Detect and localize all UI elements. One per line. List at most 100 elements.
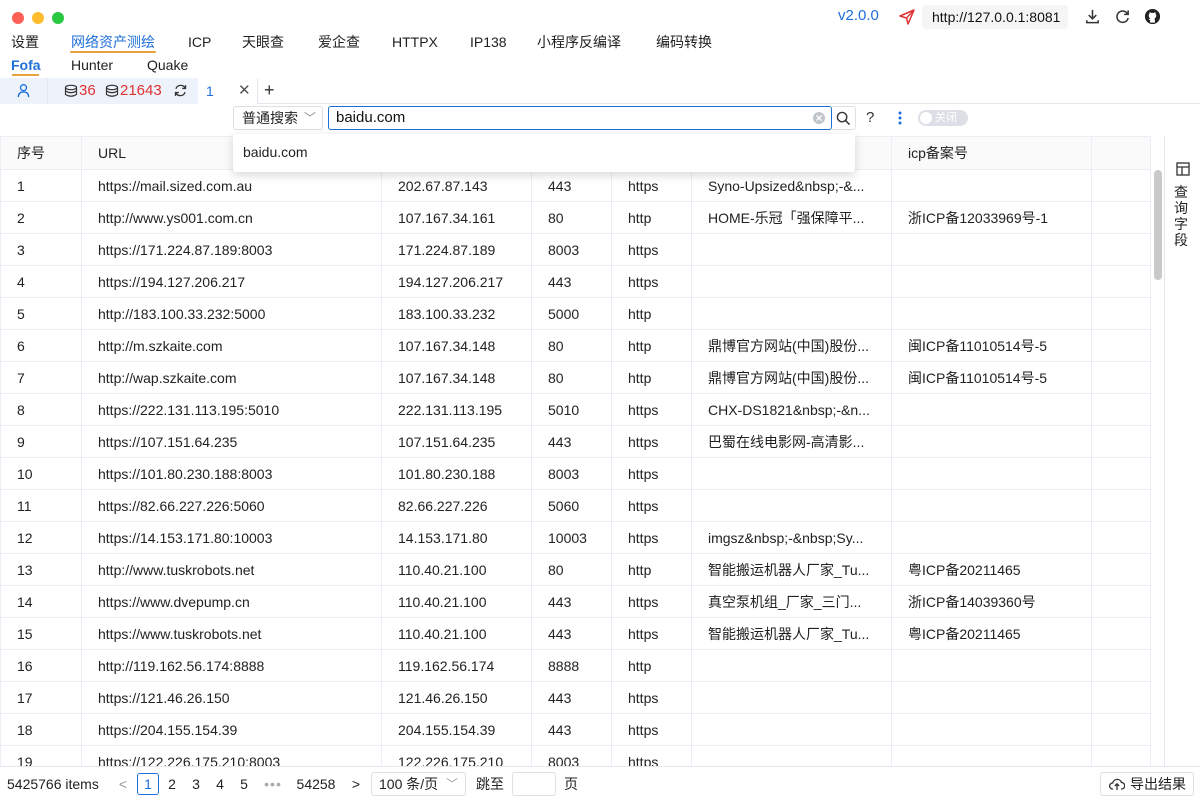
tab-label: 1 — [206, 83, 214, 99]
table-row[interactable]: 9 https://107.151.64.235 107.151.64.235 443… — [0, 425, 1150, 458]
cell-icp: 浙ICP备12033969号-1 — [891, 201, 1092, 234]
menu-miniprogram-decompile[interactable]: 小程序反编译 — [537, 32, 621, 52]
github-icon[interactable] — [1144, 8, 1161, 25]
query-tab-1[interactable]: 1 ✕ — [198, 78, 258, 104]
table-row[interactable]: 13 http://www.tuskrobots.net 110.40.21.100… — [0, 553, 1150, 586]
table-row[interactable]: 2 http://www.ys001.com.cn 107.167.34.161 80… — [0, 201, 1150, 234]
table-row[interactable]: 12 https://14.153.171.80:10003 14.153.171.… — [0, 521, 1150, 554]
cell-ip: 222.131.113.195 — [381, 393, 532, 426]
column-header-icp[interactable]: icp备案号 — [891, 136, 1092, 170]
cell-url: http://119.162.56.174:8888 — [81, 649, 382, 682]
prev-page-button[interactable]: < — [116, 773, 130, 795]
server-url: http://127.0.0.1:8081 — [922, 5, 1068, 29]
cell-protocol: https — [611, 457, 692, 490]
submenu-fofa[interactable]: Fofa — [11, 55, 41, 75]
cell-url: https://www.dvepump.cn — [81, 585, 382, 618]
tab-strip: 36 21643 1 ✕ + — [0, 78, 1200, 104]
close-tab-icon[interactable]: ✕ — [238, 81, 251, 101]
table-row[interactable]: 16 http://119.162.56.174:8888 119.162.56.1… — [0, 649, 1150, 682]
table-row[interactable]: 1 https://mail.sized.com.au 202.67.87.143 4… — [0, 169, 1150, 202]
menu-httpx[interactable]: HTTPX — [392, 32, 438, 52]
cell-ip: 107.167.34.161 — [381, 201, 532, 234]
user-tab[interactable] — [0, 78, 48, 104]
refresh-stats-icon[interactable] — [173, 83, 188, 98]
table-row[interactable]: 8 https://222.131.113.195:5010 222.131.113… — [0, 393, 1150, 426]
cell-icp — [891, 457, 1092, 490]
cell-extra — [1091, 457, 1150, 490]
cell-protocol: https — [611, 425, 692, 458]
table-row[interactable]: 10 https://101.80.230.188:8003 101.80.230.… — [0, 457, 1150, 490]
page-5[interactable]: 5 — [233, 773, 255, 795]
search-button[interactable] — [832, 106, 856, 130]
cell-index: 19 — [0, 745, 82, 766]
column-header-index[interactable]: 序号 — [0, 136, 82, 170]
toggle-switch[interactable]: 关闭 — [918, 110, 968, 126]
cell-url: http://183.100.33.232:5000 — [81, 297, 382, 330]
cell-index: 13 — [0, 553, 82, 586]
cell-icp — [891, 393, 1092, 426]
cell-icp — [891, 681, 1092, 714]
maximize-window-button[interactable] — [52, 12, 64, 24]
menu-asset-mapping[interactable]: 网络资产测绘 — [71, 32, 155, 52]
cell-icp — [891, 169, 1092, 202]
jump-page-input[interactable] — [512, 772, 556, 796]
cell-icp — [891, 265, 1092, 298]
cell-port: 443 — [531, 585, 612, 618]
export-results-button[interactable]: 导出结果 — [1100, 772, 1194, 796]
table-row[interactable]: 17 https://121.46.26.150 121.46.26.150 443 h… — [0, 681, 1150, 714]
clear-search-icon[interactable] — [812, 111, 826, 125]
more-options-icon[interactable] — [895, 108, 905, 128]
table-row[interactable]: 4 https://194.127.206.217 194.127.206.217 4… — [0, 265, 1150, 298]
cell-title — [691, 489, 892, 522]
page-last[interactable]: 54258 — [290, 773, 342, 795]
table-scrollbar[interactable] — [1150, 136, 1164, 766]
close-window-button[interactable] — [12, 12, 24, 24]
table-row[interactable]: 11 https://82.66.227.226:5060 82.66.227.22… — [0, 489, 1150, 522]
cell-index: 5 — [0, 297, 82, 330]
table-row[interactable]: 14 https://www.dvepump.cn 110.40.21.100 443… — [0, 585, 1150, 618]
table-row[interactable]: 18 https://204.155.154.39 204.155.154.39 44… — [0, 713, 1150, 746]
table-row[interactable]: 15 https://www.tuskrobots.net 110.40.21.10… — [0, 617, 1150, 650]
send-icon[interactable] — [898, 8, 916, 26]
suggestion-item[interactable]: baidu.com — [243, 142, 308, 162]
menu-ip138[interactable]: IP138 — [470, 32, 507, 52]
table-row[interactable]: 19 https://122.226.175.210:8003 122.226.17… — [0, 745, 1150, 766]
page-ellipsis[interactable]: ••• — [259, 773, 287, 795]
cell-extra — [1091, 361, 1150, 394]
submenu-quake[interactable]: Quake — [147, 55, 188, 75]
cell-index: 2 — [0, 201, 82, 234]
cell-index: 10 — [0, 457, 82, 490]
scrollbar-thumb[interactable] — [1154, 170, 1162, 280]
page-4[interactable]: 4 — [209, 773, 231, 795]
refresh-icon[interactable] — [1114, 8, 1131, 25]
menu-aiqicha[interactable]: 爱企查 — [318, 32, 360, 52]
cell-protocol: https — [611, 265, 692, 298]
cell-ip: 110.40.21.100 — [381, 617, 532, 650]
menu-encoding[interactable]: 编码转换 — [656, 32, 712, 52]
jump-label: 跳至 — [476, 776, 504, 792]
menu-tianyancha[interactable]: 天眼查 — [242, 32, 284, 52]
cell-title — [691, 745, 892, 766]
download-icon[interactable] — [1084, 8, 1101, 25]
add-tab-button[interactable]: + — [264, 79, 275, 101]
menu-icp[interactable]: ICP — [188, 32, 211, 52]
menu-settings[interactable]: 设置 — [11, 32, 39, 52]
search-input[interactable]: baidu.com — [328, 106, 832, 130]
help-icon[interactable]: ? — [866, 109, 874, 127]
submenu-hunter[interactable]: Hunter — [71, 55, 113, 75]
page-1[interactable]: 1 — [137, 773, 159, 795]
page-size-select[interactable]: 100 条/页 ﹀ — [371, 772, 466, 796]
cell-protocol: https — [611, 713, 692, 746]
search-mode-select[interactable]: 普通搜索 ﹀ — [233, 106, 323, 130]
table-row[interactable]: 7 http://wap.szkaite.com 107.167.34.148 80 h… — [0, 361, 1150, 394]
table-row[interactable]: 6 http://m.szkaite.com 107.167.34.148 80 htt… — [0, 329, 1150, 362]
cell-url: http://www.ys001.com.cn — [81, 201, 382, 234]
page-2[interactable]: 2 — [161, 773, 183, 795]
page-3[interactable]: 3 — [185, 773, 207, 795]
minimize-window-button[interactable] — [32, 12, 44, 24]
next-page-button[interactable]: > — [349, 773, 363, 795]
table-row[interactable]: 3 https://171.224.87.189:8003 171.224.87.1… — [0, 233, 1150, 266]
cell-ip: 171.224.87.189 — [381, 233, 532, 266]
table-row[interactable]: 5 http://183.100.33.232:5000 183.100.33.23… — [0, 297, 1150, 330]
field-selector-panel[interactable]: 查询字段 — [1164, 136, 1200, 766]
